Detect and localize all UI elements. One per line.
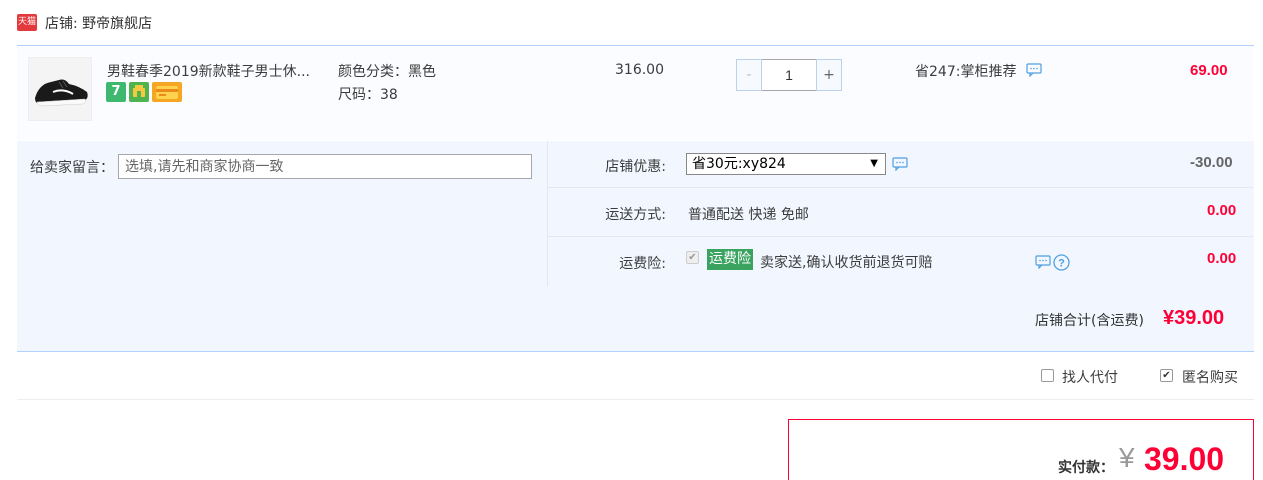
shop-total-value: ¥39.00 (1163, 307, 1225, 329)
seller-memo-label: 给卖家留言： (30, 160, 114, 176)
shipping-amount: 0.00 (1207, 202, 1237, 219)
sku-size: 尺码：38 (338, 87, 398, 103)
sku-color: 颜色分类：黑色 (338, 64, 436, 80)
product-thumbnail[interactable] (28, 57, 92, 121)
product-title-link[interactable]: 男鞋春季2019新款鞋子男士休... (107, 61, 310, 81)
credit-card-icon[interactable] (152, 82, 182, 102)
insurance-checkbox[interactable]: ✔ (686, 251, 699, 264)
increase-button[interactable]: + (816, 59, 842, 91)
message-icon[interactable] (1035, 255, 1051, 273)
anonymous-purchase-checkbox[interactable]: ✔ (1160, 369, 1173, 382)
quantity-input[interactable] (762, 59, 816, 91)
proxy-pay-label[interactable]: 找人代付 (1062, 367, 1118, 387)
tmall-logo: 天猫 (17, 14, 37, 31)
insurance-label: 运费险: (619, 256, 666, 272)
quantity-stepper: - + (736, 59, 842, 91)
discount-info: 省247:掌柜推荐 (915, 64, 1017, 80)
dropdown-arrow-icon: ▼ (870, 158, 878, 169)
insurance-amount: 0.00 (1207, 250, 1237, 267)
payment-label: 实付款： (1058, 460, 1114, 476)
seller-memo-input[interactable] (118, 154, 532, 179)
proxy-pay-checkbox[interactable] (1041, 369, 1054, 382)
message-icon[interactable] (1026, 63, 1042, 81)
message-icon[interactable] (892, 157, 908, 175)
service-badges: 7 (106, 82, 182, 102)
unit-price: 316.00 (615, 62, 664, 78)
shipping-label: 运送方式: (605, 207, 666, 223)
help-icon[interactable]: ? (1053, 254, 1070, 275)
currency-symbol: ¥ (1119, 442, 1135, 473)
item-subtotal: 69.00 (1190, 62, 1228, 79)
shipping-method: 普通配送 快递 免邮 (688, 207, 809, 223)
divider (17, 351, 1254, 352)
shoe-image (29, 58, 91, 120)
divider (548, 187, 1254, 188)
coupon-amount: -30.00 (1190, 154, 1233, 171)
coupon-selected-value: 省30元:xy824 (692, 156, 786, 172)
payment-total: 39.00 (1144, 441, 1225, 477)
shop-name[interactable]: 店铺: 野帝旗舰店 (45, 13, 152, 33)
coupon-select[interactable]: 省30元:xy824 ▼ (686, 153, 886, 175)
divider (548, 236, 1254, 237)
anonymous-purchase-label[interactable]: 匿名购买 (1182, 367, 1238, 387)
svg-text:?: ? (1058, 258, 1065, 270)
divider (547, 141, 548, 286)
coupon-label: 店铺优惠: (605, 159, 666, 175)
seven-day-return-icon[interactable]: 7 (106, 82, 126, 102)
insurance-description: 卖家送,确认收货前退货可赔 (760, 255, 933, 271)
shop-guarantee-icon[interactable] (129, 82, 149, 102)
insurance-tag: 运费险 (707, 249, 753, 270)
decrease-button[interactable]: - (736, 59, 762, 91)
shop-total-label: 店铺合计(含运费) (1035, 313, 1144, 329)
divider (17, 399, 1254, 400)
